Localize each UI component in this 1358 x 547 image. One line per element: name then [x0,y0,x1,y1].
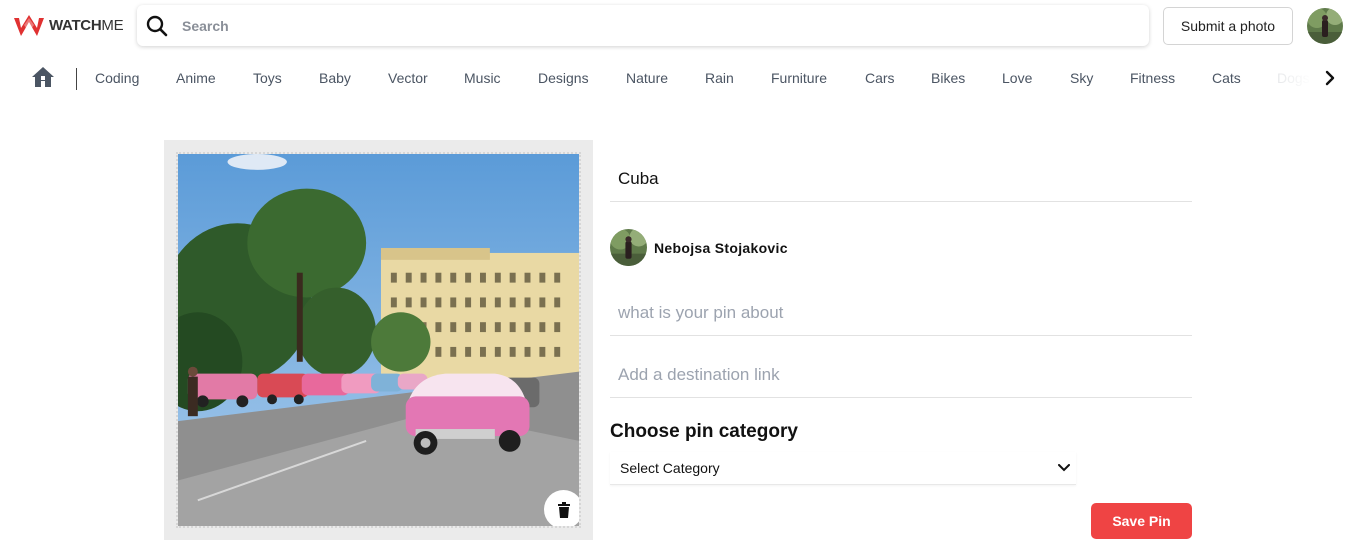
category-sky[interactable]: Sky [1070,70,1093,86]
category-furniture[interactable]: Furniture [771,70,827,86]
category-toys[interactable]: Toys [253,70,282,86]
chevron-down-icon [1058,459,1070,477]
category-cars[interactable]: Cars [865,70,895,86]
category-baby[interactable]: Baby [319,70,351,86]
category-heading: Choose pin category [610,421,798,442]
search-icon [145,14,169,38]
category-dogs[interactable]: Dogs [1277,70,1310,86]
delete-image-button[interactable] [544,490,579,526]
top-bar: WATCHME Submit a photo [0,0,1358,56]
category-coding[interactable]: Coding [95,70,139,86]
chevron-right-icon[interactable] [1318,66,1342,90]
author-name: Nebojsa Stojakovic [654,239,788,256]
category-select[interactable]: Select Category [610,452,1076,485]
about-input[interactable] [610,302,1192,323]
category-divider [76,68,77,90]
category-cats[interactable]: Cats [1212,70,1241,86]
category-rain[interactable]: Rain [705,70,734,86]
trash-icon [557,501,571,518]
about-field-wrap [610,290,1192,336]
title-field-wrap [610,156,1192,202]
image-panel [164,140,593,540]
search-bar[interactable] [137,5,1149,46]
destination-input[interactable] [610,364,1192,385]
category-bikes[interactable]: Bikes [931,70,965,86]
category-anime[interactable]: Anime [176,70,216,86]
logo[interactable]: WATCHME [13,12,124,38]
pin-image [176,152,581,528]
watchme-logo-icon [14,15,44,36]
search-input[interactable] [182,17,1082,34]
category-select-value: Select Category [620,460,720,476]
home-icon[interactable] [31,66,55,88]
user-avatar[interactable] [1307,8,1343,44]
pin-photo-illustration [178,154,579,526]
submit-photo-button[interactable]: Submit a photo [1163,7,1293,45]
category-bar: Coding Anime Toys Baby Vector Music Desi… [0,60,1343,96]
category-vector[interactable]: Vector [388,70,428,86]
category-music[interactable]: Music [464,70,501,86]
save-pin-button[interactable]: Save Pin [1091,503,1192,539]
category-designs[interactable]: Designs [538,70,589,86]
destination-field-wrap [610,352,1192,398]
author-avatar [610,229,647,266]
category-fitness[interactable]: Fitness [1130,70,1175,86]
category-love[interactable]: Love [1002,70,1032,86]
title-input[interactable] [610,168,1192,189]
logo-text: WATCHME [49,16,124,34]
pin-author[interactable]: Nebojsa Stojakovic [610,229,788,266]
category-nature[interactable]: Nature [626,70,668,86]
